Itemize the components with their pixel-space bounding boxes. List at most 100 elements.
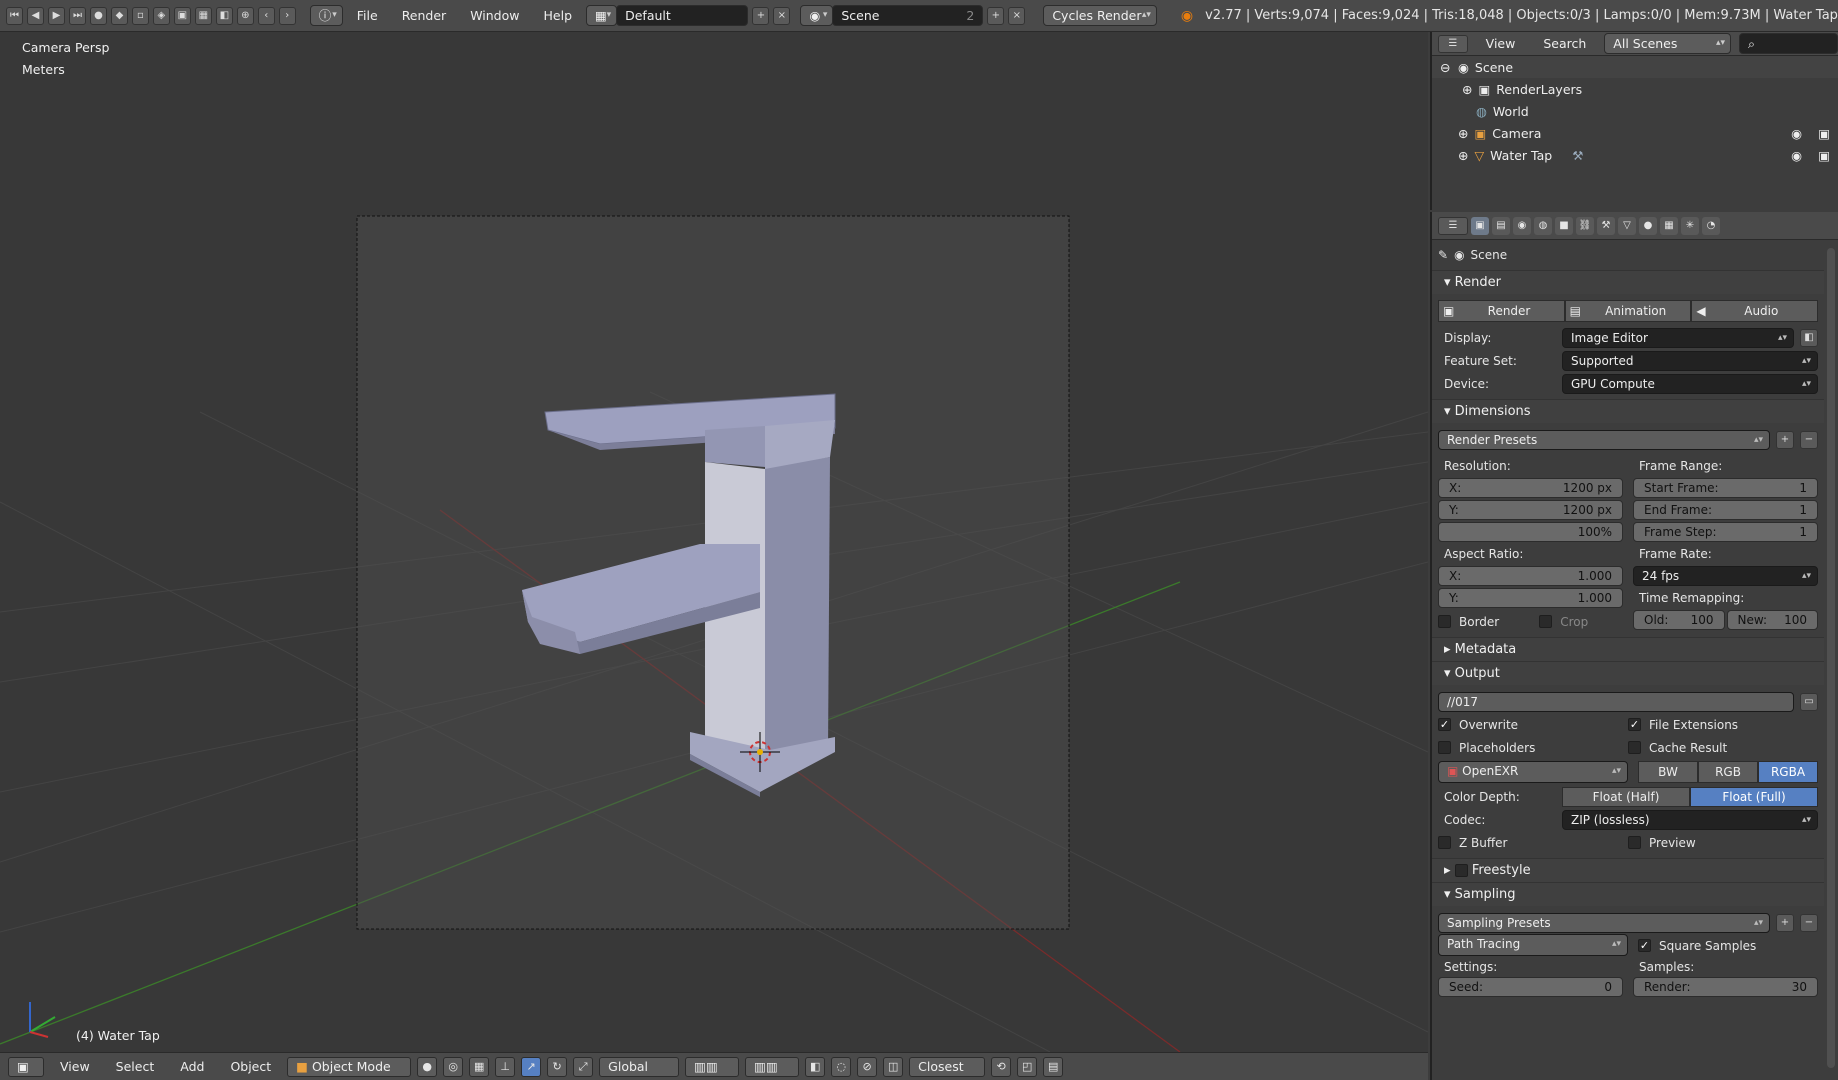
panel-sampling-header[interactable]: ▾ Sampling (1432, 882, 1824, 906)
output-path-input[interactable]: //017 (1438, 691, 1794, 712)
color-bw-button[interactable]: BW (1638, 761, 1698, 783)
scene-name-field[interactable]: Scene 2 (832, 5, 984, 26)
expand-icon[interactable]: ⊕ (1462, 82, 1472, 97)
codec-select[interactable]: ZIP (lossless) ▴▾ (1562, 809, 1818, 830)
expand-icon[interactable]: ⊕ (1458, 126, 1468, 141)
info-editor-selector[interactable]: ⓘ ▾ (309, 5, 343, 26)
checker-icon[interactable]: ▦ (194, 6, 212, 25)
material-tab-icon[interactable]: ● (1639, 216, 1657, 235)
seed-field[interactable]: Seed: 0 (1438, 977, 1623, 997)
remove-scene-icon[interactable]: × (1008, 6, 1026, 25)
new-file-icon[interactable]: ▫ (131, 6, 149, 25)
manipulator-icon[interactable]: ⊥ (495, 1056, 516, 1077)
outliner-filter-selector[interactable]: All Scenes ▴▾ (1604, 33, 1731, 54)
menu-help[interactable]: Help (534, 8, 583, 23)
jump-start-icon[interactable]: ⏮ (6, 6, 23, 25)
properties-scrollbar[interactable] (1827, 248, 1835, 1068)
resolution-percent-field[interactable]: 100% (1438, 522, 1623, 542)
panel-metadata-header[interactable]: ▸ Metadata (1432, 637, 1824, 661)
render-tab-icon[interactable]: ▣ (1471, 216, 1489, 235)
integrator-select[interactable]: Path Tracing ▴▾ (1438, 934, 1628, 956)
translate-icon[interactable]: ↗ (521, 1056, 542, 1077)
aspect-y-field[interactable]: Y: 1.000 (1438, 588, 1623, 608)
render-presets-select[interactable]: Render Presets ▴▾ (1438, 429, 1770, 450)
outliner-item-world[interactable]: ◍ World (1432, 100, 1838, 122)
frame-rate-select[interactable]: 24 fps ▴▾ (1633, 566, 1818, 586)
modifiers-tab-icon[interactable]: ⚒ (1597, 216, 1615, 235)
constraints-tab-icon[interactable]: ⛓ (1576, 216, 1594, 235)
snap-element-icon[interactable]: ◫ (883, 1056, 904, 1077)
overwrite-checkbox[interactable]: ✓ Overwrite (1438, 713, 1628, 736)
play-reverse-icon[interactable]: ◀ (26, 6, 44, 25)
render-button[interactable]: ▣ Render (1438, 300, 1565, 322)
resolution-y-field[interactable]: Y: 1200 px (1438, 500, 1623, 520)
lock-camera-icon[interactable]: ◧ (805, 1056, 826, 1077)
visibility-eye-icon[interactable]: ◉ (1791, 148, 1802, 163)
crop-checkbox[interactable]: Crop (1539, 610, 1588, 633)
depth-half-button[interactable]: Float (Half) (1562, 786, 1690, 807)
properties-editor-icon[interactable]: ☰ (1438, 216, 1468, 235)
panel-render-header[interactable]: ▾ Render (1432, 270, 1824, 294)
record-icon[interactable]: ● (89, 6, 107, 25)
aspect-x-field[interactable]: X: 1.000 (1438, 566, 1623, 586)
outliner-search-menu[interactable]: Search (1533, 36, 1596, 51)
shield-icon[interactable]: ◈ (152, 6, 170, 25)
scene-selector-icon[interactable]: ◉ ▾ (800, 5, 834, 26)
outliner-item-water-tap[interactable]: ⊕ ▽ Water Tap ⚒ ◉ ▣ (1432, 144, 1838, 166)
prev-icon[interactable]: ‹ (257, 6, 275, 25)
render-engine-selector[interactable]: Cycles Render ▴▾ (1043, 5, 1157, 26)
opengl-render-icon[interactable]: ◰ (1017, 1056, 1038, 1077)
pivot-icon[interactable]: ◎ (443, 1056, 464, 1077)
render-toggle-icon[interactable]: ▣ (1818, 148, 1830, 163)
menu-render[interactable]: Render (392, 8, 457, 23)
animation-button[interactable]: ▤ Animation (1564, 300, 1692, 322)
frame-step-field[interactable]: Frame Step: 1 (1633, 522, 1818, 542)
world-tab-icon[interactable]: ◍ (1534, 216, 1552, 235)
layer-toggle-icon[interactable]: ▦ (469, 1056, 490, 1077)
object-tab-icon[interactable]: ■ (1555, 216, 1573, 235)
camera-icon[interactable]: ◧ (215, 6, 233, 25)
menu-object[interactable]: Object (220, 1059, 281, 1074)
mode-selector[interactable]: ■ Object Mode (287, 1056, 412, 1077)
collapse-icon[interactable]: ⊖ (1440, 60, 1452, 75)
render-toggle-icon[interactable]: ▣ (1818, 126, 1830, 141)
add-scene-icon[interactable]: + (987, 6, 1005, 25)
start-frame-field[interactable]: Start Frame: 1 (1633, 478, 1818, 498)
remove-preset-icon[interactable]: − (1800, 430, 1818, 449)
render-samples-field[interactable]: Render: 30 (1633, 977, 1818, 997)
add-preset-icon[interactable]: + (1776, 430, 1794, 449)
pin-icon[interactable]: ✎ (1438, 248, 1448, 262)
jump-end-icon[interactable]: ⏭ (68, 6, 86, 25)
add-circle-icon[interactable]: ⊕ (236, 6, 254, 25)
audio-button[interactable]: ◀ Audio (1691, 300, 1819, 322)
freestyle-checkbox[interactable] (1454, 864, 1468, 877)
folder-icon[interactable]: ▭ (1800, 692, 1818, 711)
depth-full-button[interactable]: Float (Full) (1690, 786, 1818, 807)
square-samples-checkbox[interactable]: ✓ Square Samples (1638, 934, 1818, 957)
zbuffer-checkbox[interactable]: Z Buffer (1438, 831, 1628, 854)
outliner-item-renderlayers[interactable]: ⊕ ▣ RenderLayers (1432, 78, 1838, 100)
render-layers-tab-icon[interactable]: ▤ (1492, 216, 1510, 235)
scene-tab-icon[interactable]: ◉ (1513, 216, 1531, 235)
outliner-item-camera[interactable]: ⊕ ▣ Camera ◉ ▣ (1432, 122, 1838, 144)
file-extensions-checkbox[interactable]: ✓ File Extensions (1628, 713, 1818, 736)
proportional-edit-icon[interactable]: ◌ (831, 1056, 852, 1077)
end-frame-field[interactable]: End Frame: 1 (1633, 500, 1818, 520)
panel-output-header[interactable]: ▾ Output (1432, 661, 1824, 685)
rotate-icon[interactable]: ↻ (547, 1056, 568, 1077)
border-checkbox[interactable]: Border (1438, 610, 1499, 633)
3d-viewport[interactable]: Camera Persp Meters (4) Water Tap (0, 32, 1428, 1052)
lock-interface-icon[interactable]: ◧ (1800, 328, 1818, 347)
time-new-field[interactable]: New: 100 (1726, 610, 1818, 630)
remove-sampling-preset-icon[interactable]: − (1800, 913, 1818, 932)
shading-selector-icon[interactable]: ● (417, 1056, 438, 1077)
opengl-anim-icon[interactable]: ▤ (1043, 1056, 1064, 1077)
time-old-field[interactable]: Old: 100 (1633, 610, 1725, 630)
render-icon[interactable]: ▣ (173, 6, 191, 25)
layout-name-field[interactable]: Default (616, 5, 749, 26)
panel-dimensions-header[interactable]: ▾ Dimensions (1432, 399, 1824, 423)
menu-file[interactable]: File (347, 8, 388, 23)
keyframe-icon[interactable]: ◆ (110, 6, 128, 25)
cache-result-checkbox[interactable]: Cache Result (1628, 736, 1818, 759)
editor-type-selector[interactable]: ▣ (8, 1056, 44, 1077)
